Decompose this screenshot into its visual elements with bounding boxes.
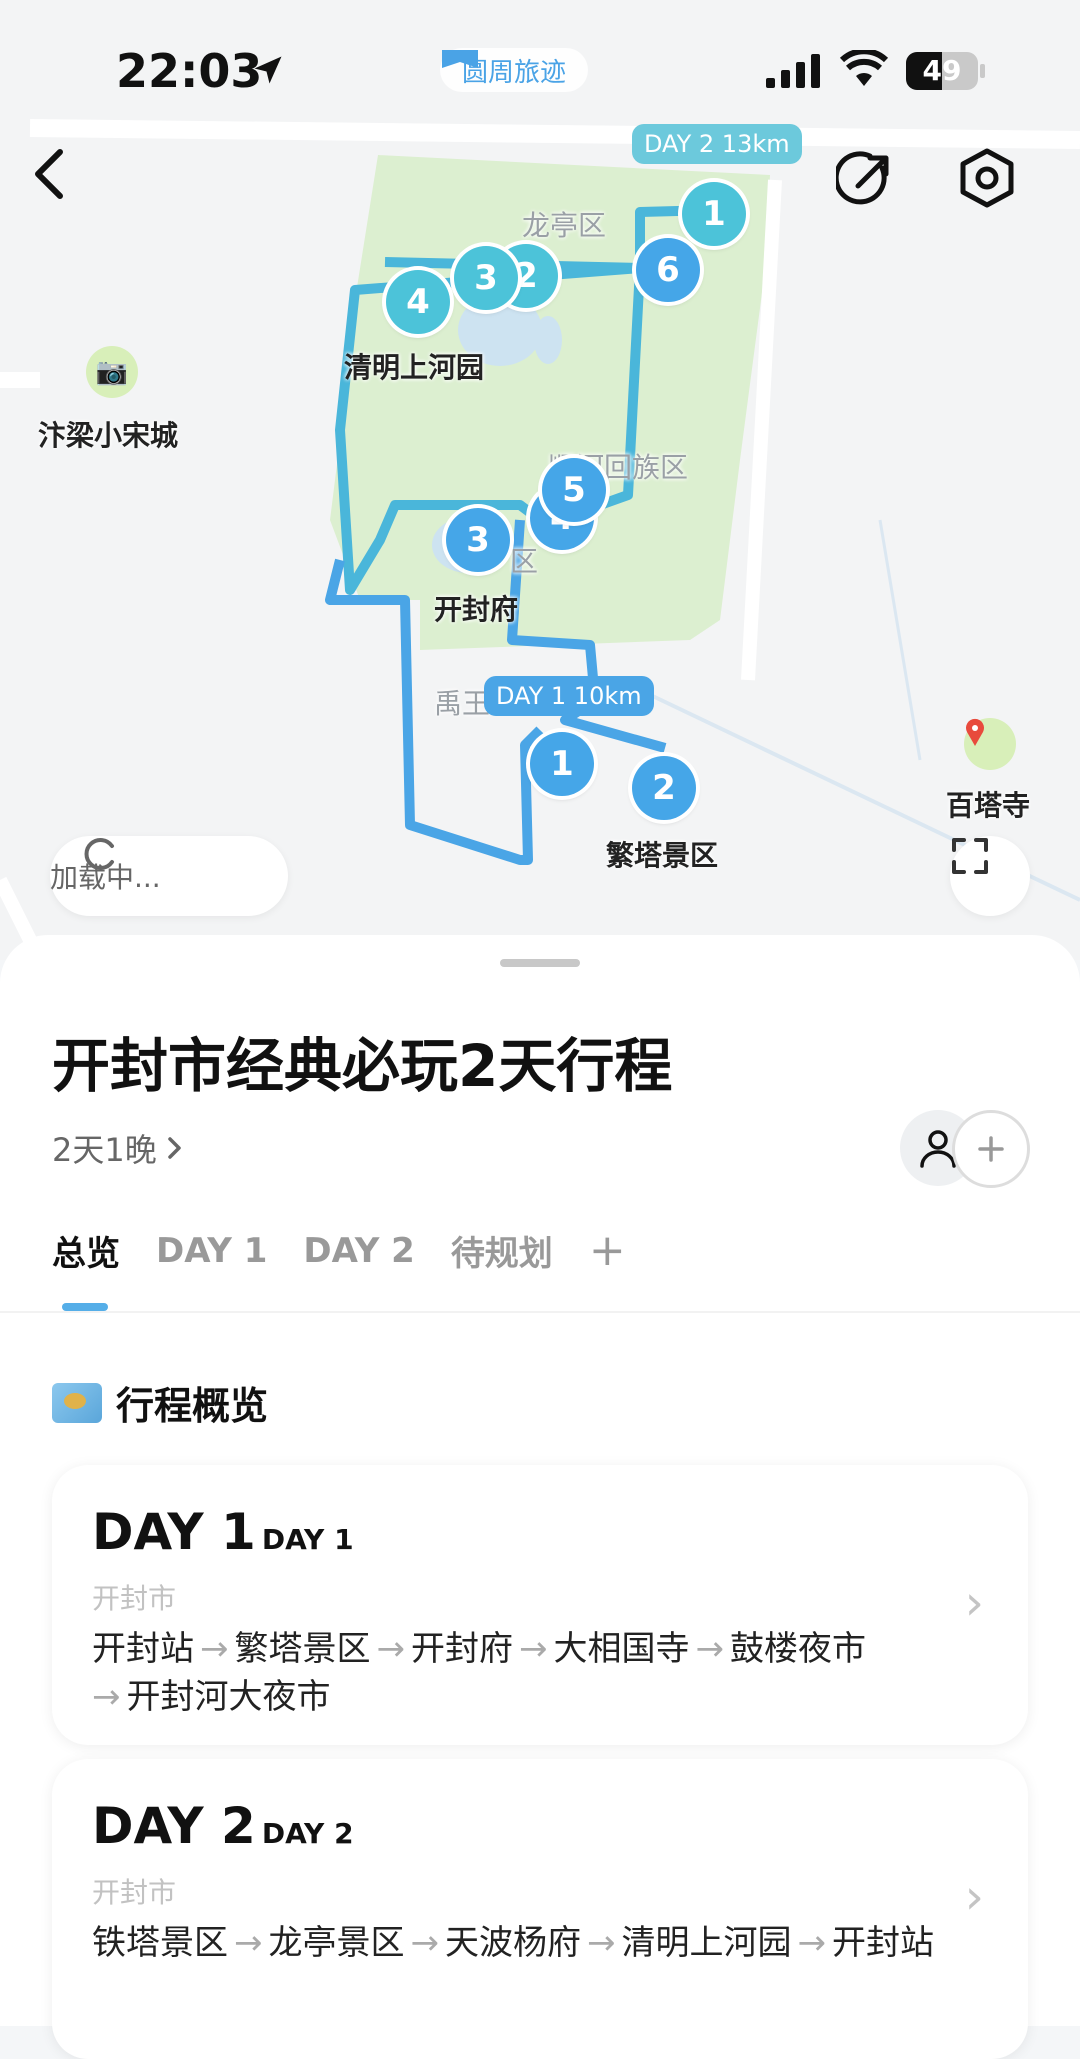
route-arrow-icon: → <box>587 1923 616 1963</box>
route-stop: 开封河大夜市 <box>126 1677 331 1717</box>
route-arrow-icon: → <box>695 1629 725 1669</box>
loading-indicator: 加载中... <box>50 836 288 916</box>
add-tab-button[interactable]: + <box>589 1225 626 1276</box>
day-card-title: DAY 1 DAY 1 <box>92 1503 354 1561</box>
day-card-1[interactable]: DAY 1 DAY 1 开封市 开封站 → 繁塔景区 → 开封府 → 大相国寺 → 鼓楼夜市 → 开封… <box>52 1465 1028 1745</box>
tab-bar: 总览 DAY 1 DAY 2 待规划 + <box>52 1225 626 1276</box>
route-stop: 清明上河园 <box>621 1923 792 1963</box>
camera-icon[interactable]: 📷 <box>86 346 138 398</box>
tab-day1[interactable]: DAY 1 <box>156 1231 267 1271</box>
battery-level: 49 <box>922 54 962 87</box>
day-card-title: DAY 2 DAY 2 <box>92 1797 354 1855</box>
chevron-right-icon <box>167 1137 181 1159</box>
status-time: 22:03 <box>116 44 263 98</box>
route-stop: 大相国寺 <box>553 1629 690 1669</box>
map-label-qingming: 清明上河园 <box>344 351 485 384</box>
route-stop: 天波杨府 <box>445 1923 581 1963</box>
overview-heading: 行程概览 <box>52 1375 268 1430</box>
map-label-longting: 龙亭区 <box>522 209 607 242</box>
route-stop: 龙亭景区 <box>268 1923 405 1963</box>
map-label-baita: 百塔寺 <box>946 789 1031 822</box>
overview-heading-label: 行程概览 <box>116 1384 269 1428</box>
tab-active-indicator <box>62 1303 108 1311</box>
day2-distance-tag: DAY 2 13km <box>632 124 802 164</box>
location-pin-icon[interactable] <box>964 718 1016 770</box>
map-label-bianliang: 汴梁小宋城 <box>38 419 179 452</box>
map-pin-day1[interactable]: 5 <box>542 458 606 522</box>
route-stop: 铁塔景区 <box>92 1923 228 1963</box>
route-arrow-icon: → <box>797 1923 827 1963</box>
chevron-right-icon: › <box>964 1575 984 1631</box>
tab-divider <box>0 1311 1080 1313</box>
tab-overview[interactable]: 总览 <box>52 1226 120 1275</box>
map-canvas <box>0 119 1080 960</box>
map-label-yuwang: 禹王 <box>434 687 491 720</box>
battery-icon: 49 <box>906 52 986 90</box>
trip-duration-label: 2天1晚 <box>52 1131 157 1169</box>
day-card-big-label: DAY 1 <box>92 1503 256 1561</box>
settings-button[interactable] <box>958 148 1042 232</box>
share-icon <box>836 151 889 205</box>
flag-icon <box>442 50 478 68</box>
route-arrow-icon: → <box>234 1923 263 1963</box>
gear-icon <box>960 148 1014 208</box>
fullscreen-icon <box>952 838 988 874</box>
day-card-big-label: DAY 2 <box>92 1797 256 1855</box>
route-arrow-icon: → <box>200 1629 229 1669</box>
map-label-kaifengfu: 开封府 <box>434 593 519 626</box>
tab-day2[interactable]: DAY 2 <box>303 1231 414 1271</box>
sheet-handle[interactable] <box>500 959 580 967</box>
trip-duration-link[interactable]: 2天1晚 <box>52 1125 185 1171</box>
world-map-icon <box>52 1382 102 1423</box>
add-member-button[interactable] <box>952 1110 1030 1188</box>
map-view[interactable]: 22:03 圆周旅迹 49 龙亭区 清明上河园 汴梁小宋城 顺河回族区 区 开封… <box>0 0 1080 960</box>
plus-icon <box>978 1136 1004 1162</box>
map-pin-day2[interactable]: 6 <box>636 238 700 302</box>
day-card-2[interactable]: DAY 2 DAY 2 开封市 铁塔景区 → 龙亭景区 → 天波杨府 → 清明上河园 → 开封站 … <box>52 1759 1028 2059</box>
map-pin-day1[interactable]: 2 <box>632 756 696 820</box>
app-chip[interactable]: 圆周旅迹 <box>440 48 589 92</box>
route-arrow-icon: → <box>410 1923 440 1963</box>
tab-unplanned[interactable]: 待规划 <box>451 1226 553 1275</box>
day1-distance-tag: DAY 1 10km <box>484 676 654 716</box>
map-label-fanta: 繁塔景区 <box>606 839 719 872</box>
route-stop: 开封站 <box>832 1923 934 1963</box>
route-stop: 鼓楼夜市 <box>730 1629 866 1669</box>
route-stop: 开封站 <box>92 1629 194 1669</box>
route-arrow-icon: → <box>519 1629 548 1669</box>
back-button[interactable] <box>30 148 114 232</box>
map-pin-day2[interactable]: 1 <box>682 182 746 246</box>
day-card-route: 开封站 → 繁塔景区 → 开封府 → 大相国寺 → 鼓楼夜市 → 开封河大夜市 <box>92 1625 952 1721</box>
fullscreen-button[interactable] <box>950 836 1030 916</box>
map-label-district: 区 <box>510 545 539 578</box>
map-pin-day2[interactable]: 4 <box>386 270 450 334</box>
day-card-small-label: DAY 1 <box>261 1523 354 1556</box>
trip-sheet: 开封市经典必玩2天行程 2天1晚 总览 DAY 1 DAY 2 待规划 + 行程… <box>0 935 1080 2059</box>
map-pin-day1[interactable]: 1 <box>530 732 594 796</box>
day-card-city: 开封市 <box>92 1876 177 1909</box>
route-arrow-icon: → <box>376 1629 406 1669</box>
chevron-right-icon: › <box>964 1869 984 1925</box>
day-card-city: 开封市 <box>92 1582 177 1615</box>
route-stop: 繁塔景区 <box>234 1629 371 1669</box>
map-pin-day1[interactable]: 3 <box>446 508 510 572</box>
spinner-icon <box>84 838 114 870</box>
day-card-route: 铁塔景区 → 龙亭景区 → 天波杨府 → 清明上河园 → 开封站 <box>92 1919 952 1967</box>
route-arrow-icon: → <box>92 1677 121 1717</box>
share-button[interactable] <box>836 148 920 232</box>
map-pin-day2[interactable]: 3 <box>454 246 518 310</box>
chevron-left-icon <box>35 149 63 199</box>
route-stop: 开封府 <box>411 1629 513 1669</box>
day-card-small-label: DAY 2 <box>261 1817 354 1850</box>
trip-title: 开封市经典必玩2天行程 <box>52 1032 673 1100</box>
